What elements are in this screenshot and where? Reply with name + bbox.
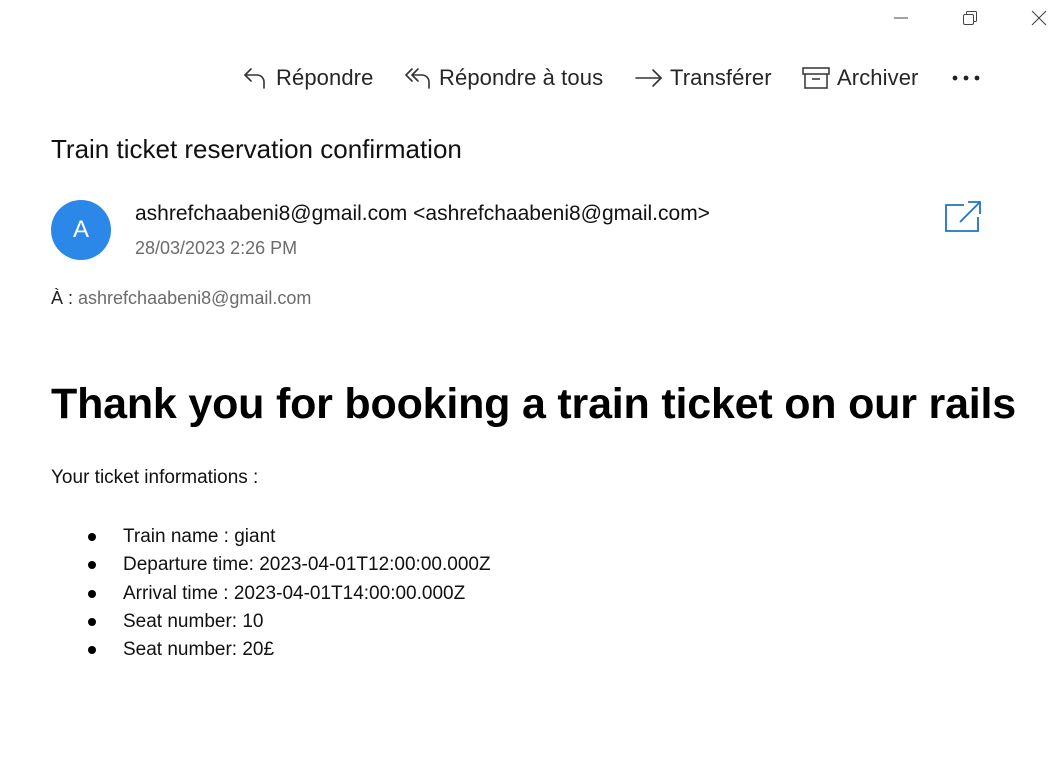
reply-all-button[interactable]: Répondre à tous bbox=[403, 58, 603, 98]
bullet-icon bbox=[88, 533, 96, 541]
archive-label: Archiver bbox=[837, 65, 919, 90]
archive-button[interactable]: Archiver bbox=[801, 58, 919, 98]
list-item: Train name : giant bbox=[88, 523, 491, 551]
sender-avatar[interactable]: A bbox=[51, 200, 111, 260]
detail-text: Departure time: 2023-04-01T12:00:00.000Z bbox=[123, 554, 491, 576]
list-item: Seat number: 10 bbox=[88, 608, 491, 636]
reply-button[interactable]: Répondre bbox=[240, 58, 373, 98]
minimize-button[interactable] bbox=[886, 4, 916, 32]
reply-icon bbox=[240, 63, 270, 93]
bullet-icon bbox=[88, 589, 96, 598]
close-button[interactable] bbox=[1024, 4, 1054, 32]
detail-text: Arrival time : 2023-04-01T14:00:00.000Z bbox=[123, 582, 466, 604]
more-icon bbox=[952, 75, 980, 81]
detail-text: Train name : giant bbox=[123, 526, 276, 547]
message-toolbar: Répondre Répondre à tous Transférer Arch… bbox=[0, 58, 1062, 98]
open-in-new-window-button[interactable] bbox=[944, 200, 982, 234]
email-date: 28/03/2023 2:26 PM bbox=[135, 238, 298, 258]
more-actions-button[interactable] bbox=[948, 58, 984, 98]
archive-icon bbox=[801, 63, 831, 93]
restore-button[interactable] bbox=[955, 4, 985, 32]
ticket-info-intro: Your ticket informations : bbox=[51, 467, 259, 488]
recipient-address[interactable]: ashrefchaabeni8@gmail.com bbox=[78, 288, 311, 308]
bullet-icon bbox=[88, 646, 96, 655]
email-subject: Train ticket reservation confirmation bbox=[51, 134, 462, 164]
to-label: À : bbox=[51, 288, 74, 308]
detail-text: Seat number: 20£ bbox=[123, 639, 275, 661]
sender-address[interactable]: ashrefchaabeni8@gmail.com <ashrefchaaben… bbox=[135, 202, 710, 226]
list-item: Seat number: 20£ bbox=[88, 636, 491, 664]
close-icon bbox=[1031, 10, 1047, 26]
detail-text: Seat number: 10 bbox=[123, 610, 264, 632]
list-item: Departure time: 2023-04-01T12:00:00.000Z bbox=[88, 551, 491, 579]
open-in-new-window-icon bbox=[945, 201, 981, 232]
reply-label: Répondre bbox=[276, 65, 374, 90]
email-headline: Thank you for booking a train ticket on … bbox=[51, 380, 1016, 428]
avatar-initial: A bbox=[72, 216, 89, 243]
reply-all-label: Répondre à tous bbox=[439, 65, 604, 90]
minimize-icon bbox=[894, 17, 908, 19]
list-item: Arrival time : 2023-04-01T14:00:00.000Z bbox=[88, 580, 491, 608]
recipient-line: À : ashrefchaabeni8@gmail.com bbox=[51, 288, 311, 309]
restore-icon bbox=[963, 11, 977, 25]
bullet-icon bbox=[88, 561, 96, 570]
bullet-icon bbox=[88, 617, 96, 626]
ticket-details-list: Train name : giant Departure time: 2023-… bbox=[88, 523, 491, 664]
forward-icon bbox=[634, 63, 664, 93]
reply-all-icon bbox=[403, 63, 433, 93]
forward-button[interactable]: Transférer bbox=[634, 58, 772, 98]
mail-window: Répondre Répondre à tous Transférer Arch… bbox=[0, 0, 1062, 778]
forward-label: Transférer bbox=[670, 65, 772, 90]
